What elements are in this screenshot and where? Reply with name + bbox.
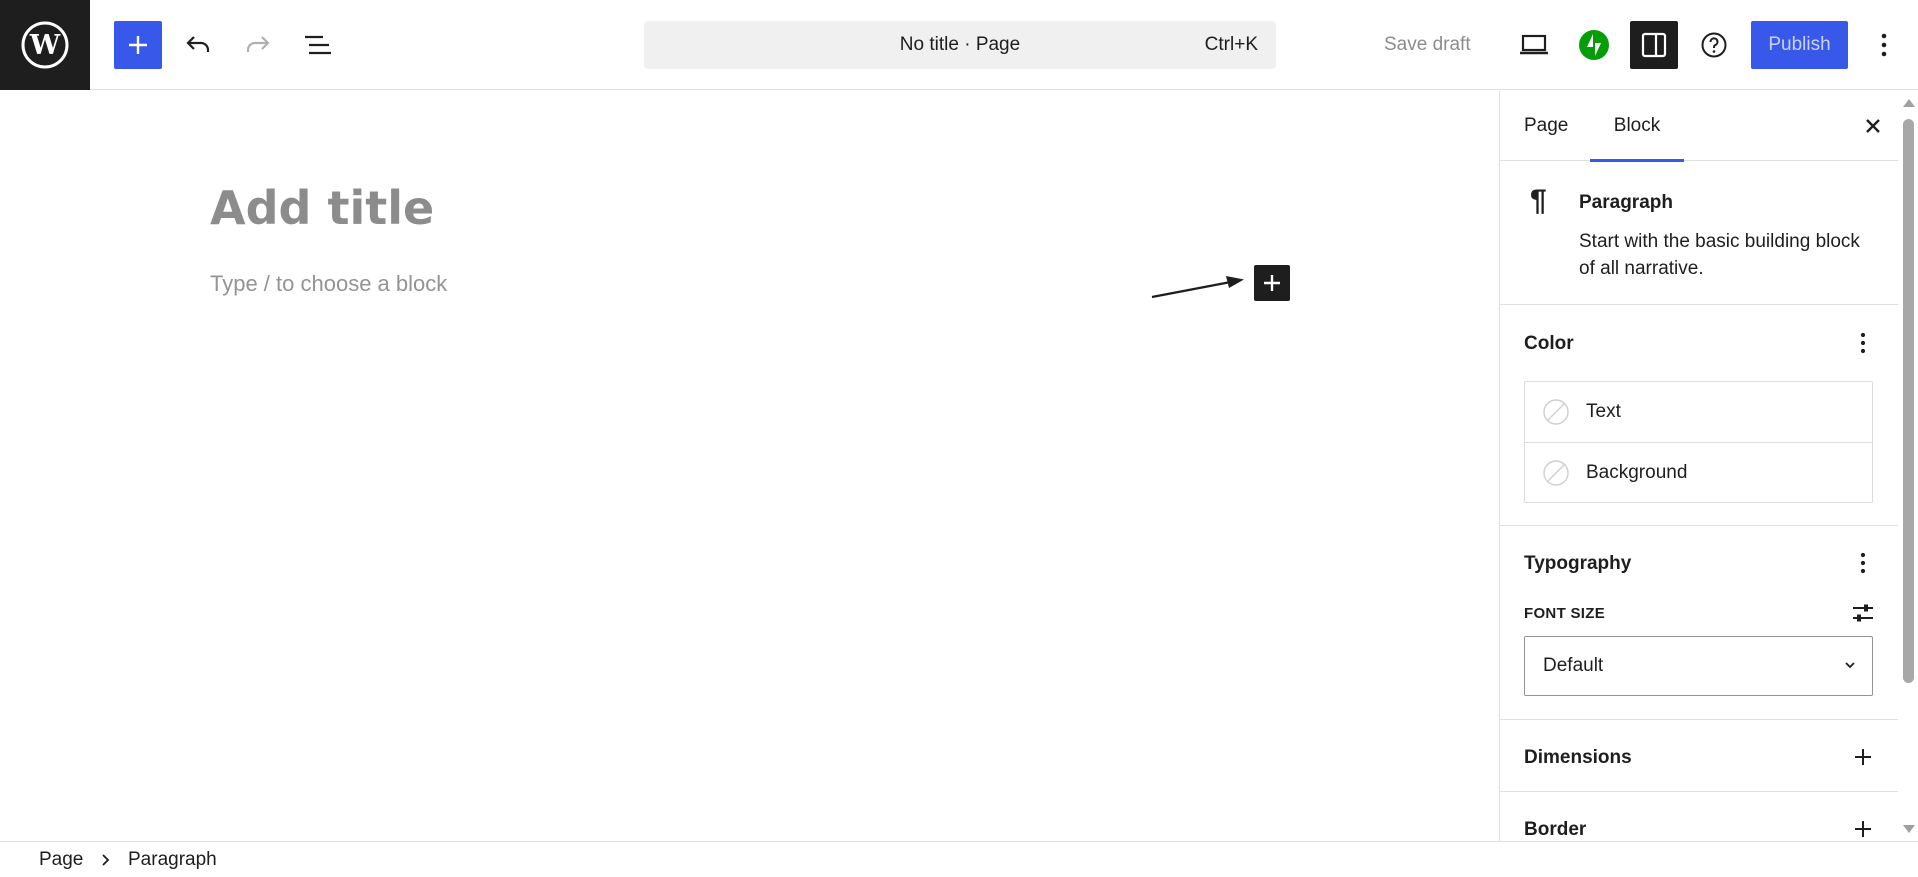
typography-panel-title: Typography [1524, 553, 1632, 574]
chevron-down-icon [1845, 662, 1855, 669]
editor-canvas: Add title Type / to choose a block [0, 91, 1499, 841]
publish-button[interactable]: Publish [1751, 21, 1848, 69]
dimensions-add-button[interactable] [1845, 739, 1881, 775]
block-breadcrumb: Page Paragraph [0, 841, 1918, 877]
close-icon [1866, 119, 1880, 133]
border-add-button[interactable] [1845, 811, 1881, 841]
chevron-right-icon [102, 854, 110, 866]
paragraph-block-placeholder[interactable]: Type / to choose a block [210, 271, 447, 297]
panel-divider [1500, 525, 1898, 526]
font-size-select[interactable]: Default [1524, 636, 1873, 696]
no-color-swatch-icon [1543, 399, 1569, 425]
border-panel-title: Border [1524, 819, 1587, 840]
jetpack-button[interactable] [1570, 21, 1618, 69]
redo-icon [246, 36, 270, 52]
typography-panel-options-button[interactable] [1845, 545, 1881, 581]
settings-sidebar: Page Block ¶ Paragraph Start with the ba… [1499, 91, 1898, 841]
no-color-swatch-icon [1543, 460, 1569, 486]
breadcrumb-item-paragraph[interactable]: Paragraph [128, 842, 217, 877]
jetpack-icon [1579, 30, 1609, 60]
preview-button[interactable] [1510, 21, 1558, 69]
help-button[interactable] [1690, 21, 1738, 69]
color-item-text[interactable]: Text [1525, 382, 1872, 442]
wordpress-logo-icon: W [21, 21, 69, 69]
undo-button[interactable] [174, 21, 222, 69]
plus-icon [1264, 275, 1280, 291]
close-sidebar-button[interactable] [1852, 105, 1894, 147]
panel-divider [1500, 791, 1898, 792]
list-view-button[interactable] [294, 21, 342, 69]
more-vertical-icon [1881, 33, 1887, 57]
pilcrow-icon: ¶ [1530, 184, 1547, 217]
more-vertical-icon [1860, 552, 1866, 574]
font-size-custom-toggle[interactable] [1845, 595, 1881, 631]
plus-icon [1855, 749, 1871, 765]
breadcrumb-item-page[interactable]: Page [39, 842, 83, 877]
plus-icon [1855, 821, 1871, 837]
command-shortcut: Ctrl+K [1204, 34, 1258, 55]
inline-block-inserter-button[interactable] [1254, 265, 1290, 301]
block-card: ¶ Paragraph Start with the basic buildin… [1500, 162, 1898, 305]
wordpress-logo-button[interactable]: W [0, 0, 90, 90]
sidebar-scrollbar[interactable] [1898, 91, 1918, 841]
save-draft-button[interactable]: Save draft [1384, 21, 1471, 69]
svg-text:W: W [29, 30, 61, 61]
list-view-icon [305, 35, 331, 55]
help-icon [1701, 32, 1727, 58]
command-palette-bar[interactable]: No title · Page Ctrl+K [644, 21, 1276, 69]
color-item-label: Text [1586, 401, 1621, 422]
scrollbar-thumb[interactable] [1903, 119, 1914, 683]
scroll-up-arrow[interactable] [1903, 99, 1915, 107]
settings-sidebar-toggle[interactable] [1630, 21, 1678, 69]
color-item-label: Background [1586, 462, 1688, 483]
dimensions-panel-title: Dimensions [1524, 747, 1632, 768]
scroll-down-arrow[interactable] [1903, 825, 1915, 833]
desktop-preview-icon [1520, 34, 1548, 55]
block-card-description: Start with the basic building block of a… [1579, 231, 1860, 279]
undo-icon [186, 36, 210, 52]
block-inserter-button[interactable] [114, 21, 162, 69]
document-title: No title · Page [899, 34, 1021, 55]
sidebar-settings-icon [1641, 32, 1667, 58]
font-size-select-value: Default [1543, 655, 1604, 676]
color-panel-options-button[interactable] [1845, 325, 1881, 361]
tab-page[interactable]: Page [1524, 91, 1568, 161]
sliders-icon [1853, 604, 1873, 622]
color-panel-title: Color [1524, 333, 1574, 354]
more-vertical-icon [1860, 332, 1866, 354]
sidebar-tabs: Page Block [1500, 91, 1898, 162]
arrow-annotation-icon [1151, 276, 1244, 299]
redo-button[interactable] [234, 21, 282, 69]
options-menu-button[interactable] [1860, 21, 1908, 69]
color-options-list: Text Background [1524, 381, 1873, 503]
tab-block[interactable]: Block [1590, 91, 1684, 162]
panel-divider [1500, 719, 1898, 720]
editor-header: W No title · Page Ctrl+K Save draft Publ… [0, 0, 1918, 90]
color-item-background[interactable]: Background [1525, 442, 1872, 502]
plus-icon [129, 36, 147, 54]
font-size-label: FONT SIZE [1524, 605, 1606, 622]
block-card-title: Paragraph [1579, 192, 1673, 213]
post-title-input[interactable]: Add title [210, 181, 434, 235]
